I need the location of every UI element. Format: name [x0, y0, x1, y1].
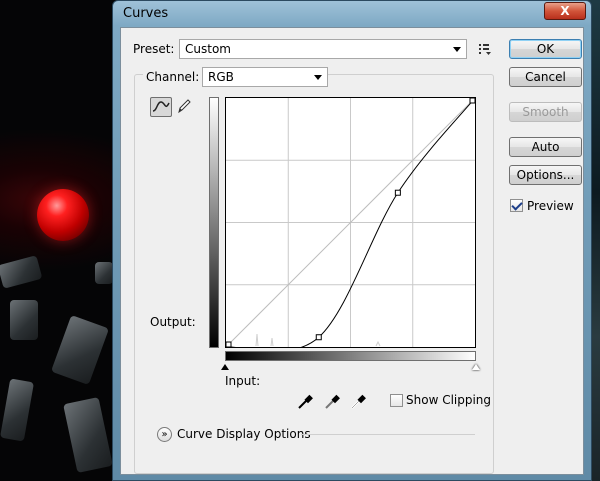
output-label: Output: — [150, 315, 196, 329]
output-gradient-bar — [209, 97, 219, 348]
dialog-titlebar[interactable]: Curves X — [113, 1, 591, 27]
curves-dialog: Curves X Preset: Custom OK Cancel Smooth… — [112, 0, 592, 481]
bolt-image — [0, 255, 43, 289]
red-ball-image — [37, 189, 89, 241]
input-label: Input: — [225, 374, 261, 388]
show-clipping-checkbox[interactable] — [390, 394, 403, 407]
chevron-down-icon — [453, 47, 461, 52]
curves-graph[interactable] — [225, 97, 476, 348]
black-point-slider[interactable] — [221, 364, 229, 370]
curve-control-point[interactable] — [469, 98, 475, 104]
curve-control-point[interactable] — [315, 334, 322, 341]
curve-control-point[interactable] — [394, 189, 401, 196]
gray-point-eyedropper-icon[interactable] — [323, 393, 341, 411]
chevron-down-icon: » — [161, 429, 168, 440]
cancel-button[interactable]: Cancel — [509, 67, 582, 87]
nut-image — [95, 262, 113, 284]
smooth-button[interactable]: Smooth — [509, 102, 582, 122]
preset-label: Preset: — [133, 42, 175, 56]
curve-tool-icon — [152, 101, 170, 112]
black-point-eyedropper-icon[interactable] — [296, 393, 314, 411]
options-button[interactable]: Options... — [509, 165, 582, 185]
preset-select[interactable]: Custom — [179, 39, 467, 59]
bolt-image — [50, 314, 110, 386]
preset-value: Custom — [185, 42, 231, 56]
white-point-slider[interactable] — [472, 364, 480, 370]
bolt-image — [0, 378, 35, 442]
section-divider — [301, 434, 475, 435]
show-clipping-label: Show Clipping — [406, 393, 492, 407]
curve-display-options-label: Curve Display Options — [177, 427, 311, 441]
curve-canvas[interactable] — [226, 98, 475, 347]
preview-checkbox[interactable] — [510, 199, 523, 212]
curve-tool-button[interactable] — [150, 97, 172, 117]
curve-control-point[interactable] — [226, 341, 232, 347]
channel-value: RGB — [208, 70, 234, 84]
chevron-down-icon — [314, 75, 322, 80]
ok-button[interactable]: OK — [509, 39, 582, 59]
bolt-image — [10, 300, 38, 340]
curve-display-options-toggle[interactable]: » — [157, 427, 172, 442]
pencil-tool-button[interactable] — [175, 97, 197, 117]
white-point-eyedropper-icon[interactable] — [349, 393, 367, 411]
pencil-tool-icon — [178, 99, 191, 114]
channel-select[interactable]: RGB — [202, 67, 328, 87]
auto-button[interactable]: Auto — [509, 137, 582, 157]
input-gradient-bar — [225, 351, 476, 361]
preset-options-icon[interactable] — [478, 42, 492, 56]
dialog-title: Curves — [123, 6, 169, 21]
close-button[interactable]: X — [544, 2, 586, 20]
preview-label: Preview — [527, 199, 574, 213]
bolt-image — [63, 397, 113, 473]
dialog-client: Preset: Custom OK Cancel Smooth Auto Opt… — [120, 27, 584, 475]
channel-label: Channel: — [143, 70, 203, 84]
